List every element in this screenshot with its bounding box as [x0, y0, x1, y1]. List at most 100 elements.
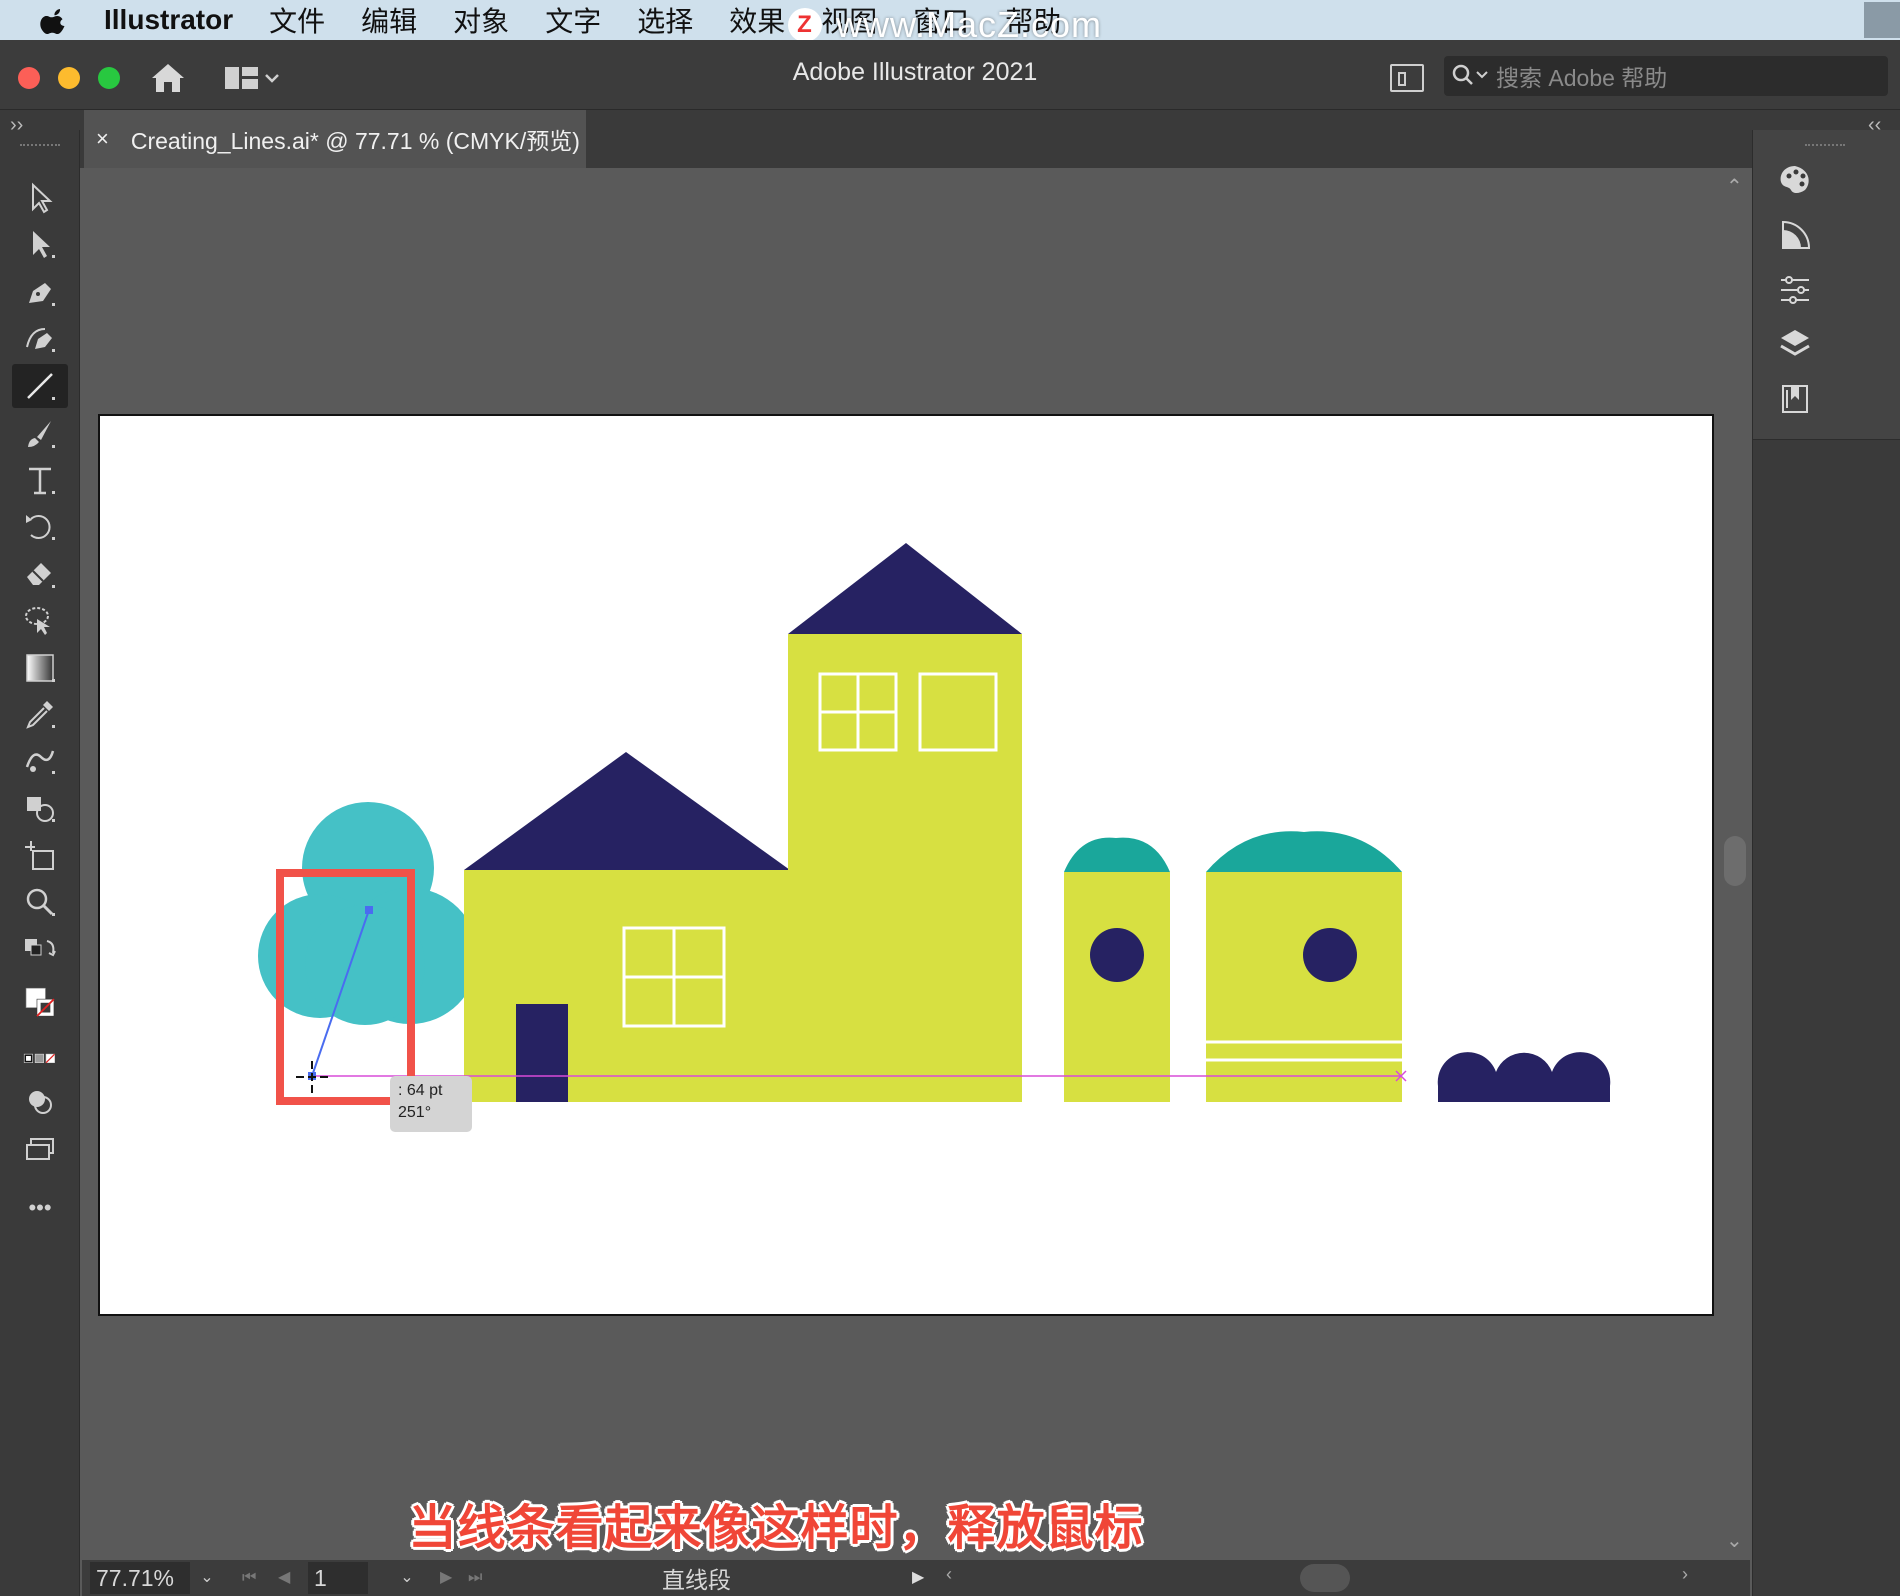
libraries-button[interactable]	[1773, 378, 1817, 418]
subtitle-caption: 当线条看起来像这样时，释放鼠标	[408, 1502, 1144, 1555]
eraser-tool[interactable]	[12, 552, 68, 596]
artboard-tool[interactable]	[12, 834, 68, 878]
menu-object[interactable]: 对象	[453, 0, 509, 40]
panel-grip[interactable]	[1805, 144, 1845, 148]
color-guide-button[interactable]	[1773, 216, 1817, 256]
gradient-icon	[26, 654, 55, 682]
edit-toolbar-button[interactable]: •••	[12, 1186, 68, 1230]
shape-builder-icon	[27, 797, 55, 822]
app-name-menu[interactable]: Illustrator	[104, 4, 233, 36]
gradient-tool[interactable]	[12, 646, 68, 690]
properties-icon	[1781, 276, 1809, 304]
pen-icon	[29, 283, 55, 306]
selection-tool[interactable]	[12, 176, 68, 220]
draw-mode-icon	[29, 1091, 52, 1114]
document-tab[interactable]: × Creating_Lines.ai* @ 77.71 % (CMYK/预览)	[84, 110, 586, 168]
magnifier-icon	[26, 888, 55, 916]
title-bar: Adobe Illustrator 2021 搜索 Adobe 帮助	[0, 40, 1900, 110]
zoom-chevron-down-icon[interactable]: ⌄	[192, 1560, 222, 1596]
watermark-badge: Z	[788, 8, 822, 42]
eyedropper-icon	[26, 701, 55, 729]
arrange-panel-icon[interactable]	[1390, 64, 1424, 92]
warp-icon	[25, 750, 55, 774]
lasso-tool[interactable]	[12, 598, 68, 642]
screen-mode-icon	[26, 1138, 54, 1160]
artboard[interactable]	[98, 414, 1714, 1316]
search-icon	[1450, 61, 1496, 91]
arrow-icon	[32, 182, 53, 214]
layers-icon	[1780, 330, 1810, 356]
menu-file[interactable]: 文件	[269, 0, 325, 40]
fill-stroke-icon	[25, 987, 55, 1017]
menu-effect[interactable]: 效果	[729, 0, 785, 40]
scroll-down-icon[interactable]: ⌄	[1726, 1528, 1743, 1553]
status-bar: 77.71% ⌄ ⏮ ◀ 1 ⌄ ▶ ⏭ 直线段 ▶ ‹ ›	[82, 1560, 1750, 1596]
eraser-icon	[27, 563, 55, 588]
scroll-right-icon[interactable]: ›	[1682, 1564, 1688, 1585]
color-guide-icon	[1782, 220, 1811, 249]
zoom-tool[interactable]	[12, 880, 68, 924]
screen-mode-button[interactable]	[12, 1128, 68, 1172]
color-mode-buttons[interactable]	[12, 1044, 68, 1074]
search-placeholder: 搜索 Adobe 帮助	[1496, 65, 1668, 91]
apple-icon[interactable]	[40, 5, 70, 35]
illustrator-window: Illustrator 文件 编辑 对象 文字 选择 效果 视图 窗口 帮助 Z…	[0, 0, 1900, 1596]
solid-arrow-icon	[33, 231, 55, 258]
previous-artboard-icon[interactable]: ◀	[278, 1560, 290, 1596]
line-icon	[27, 373, 55, 400]
vertical-scroll-thumb[interactable]	[1724, 836, 1746, 886]
panel-dock	[1752, 130, 1900, 1596]
help-search-input[interactable]: 搜索 Adobe 帮助	[1444, 56, 1888, 96]
menu-type[interactable]: 文字	[545, 0, 601, 40]
menubar-status-icon[interactable]	[1864, 2, 1900, 38]
fill-stroke-swatch[interactable]	[12, 976, 68, 1032]
libraries-icon	[1782, 385, 1808, 413]
default-colors-button[interactable]	[12, 930, 68, 974]
current-tool-status[interactable]: 直线段	[662, 1560, 731, 1596]
tooltip-angle: 251°	[398, 1104, 432, 1121]
type-icon	[29, 467, 55, 495]
tools-panel: •••	[0, 130, 80, 1596]
close-icon[interactable]: ×	[96, 126, 109, 152]
artboard-icon	[25, 841, 54, 870]
menu-edit[interactable]: 编辑	[361, 0, 417, 40]
next-artboard-icon[interactable]: ▶	[440, 1560, 452, 1596]
scroll-left-icon[interactable]: ‹	[946, 1564, 952, 1585]
puppet-warp-tool[interactable]	[12, 738, 68, 782]
color-panel-button[interactable]	[1773, 160, 1817, 200]
eyedropper-tool[interactable]	[12, 692, 68, 736]
shape-builder-tool[interactable]	[12, 786, 68, 830]
curvature-tool[interactable]	[12, 316, 68, 360]
status-menu-arrow-icon[interactable]: ▶	[912, 1560, 924, 1596]
rotate-icon	[26, 515, 55, 540]
curvature-pen-icon	[26, 328, 55, 352]
layers-button[interactable]	[1773, 324, 1817, 364]
lasso-icon	[25, 607, 50, 635]
line-segment-tool[interactable]	[12, 364, 68, 408]
menu-select[interactable]: 选择	[637, 0, 693, 40]
document-tab-strip: ›› × Creating_Lines.ai* @ 77.71 % (CMYK/…	[0, 110, 1900, 168]
artboard-number-input[interactable]: 1	[308, 1562, 368, 1594]
pen-tool[interactable]	[12, 270, 68, 314]
zoom-level-input[interactable]: 77.71%	[90, 1562, 190, 1594]
rotate-tool[interactable]	[12, 504, 68, 548]
artboard-chevron-down-icon[interactable]: ⌄	[392, 1560, 422, 1596]
type-tool[interactable]	[12, 458, 68, 502]
horizontal-scrollbar[interactable]: ‹ ›	[942, 1560, 1702, 1596]
measure-tooltip: : 64 pt 251°	[390, 1076, 472, 1132]
direct-selection-tool[interactable]	[12, 222, 68, 266]
paintbrush-tool[interactable]	[12, 412, 68, 456]
swap-colors-icon	[25, 939, 56, 957]
properties-button[interactable]	[1773, 270, 1817, 310]
vertical-scrollbar[interactable]: ⌃ ⌄	[1720, 168, 1750, 1560]
last-artboard-icon[interactable]: ⏭	[468, 1560, 482, 1596]
scroll-up-icon[interactable]: ⌃	[1726, 174, 1743, 199]
tooltip-length: : 64 pt	[398, 1082, 443, 1099]
toolbar-grip[interactable]	[20, 144, 60, 148]
brush-icon	[28, 421, 55, 448]
horizontal-scroll-thumb[interactable]	[1300, 1564, 1350, 1592]
drawing-mode-button[interactable]	[12, 1080, 68, 1124]
menu-bar: Illustrator 文件 编辑 对象 文字 选择 效果 视图 窗口 帮助 Z…	[0, 0, 1900, 45]
first-artboard-icon[interactable]: ⏮	[242, 1560, 256, 1596]
color-palette-icon	[1780, 166, 1809, 193]
